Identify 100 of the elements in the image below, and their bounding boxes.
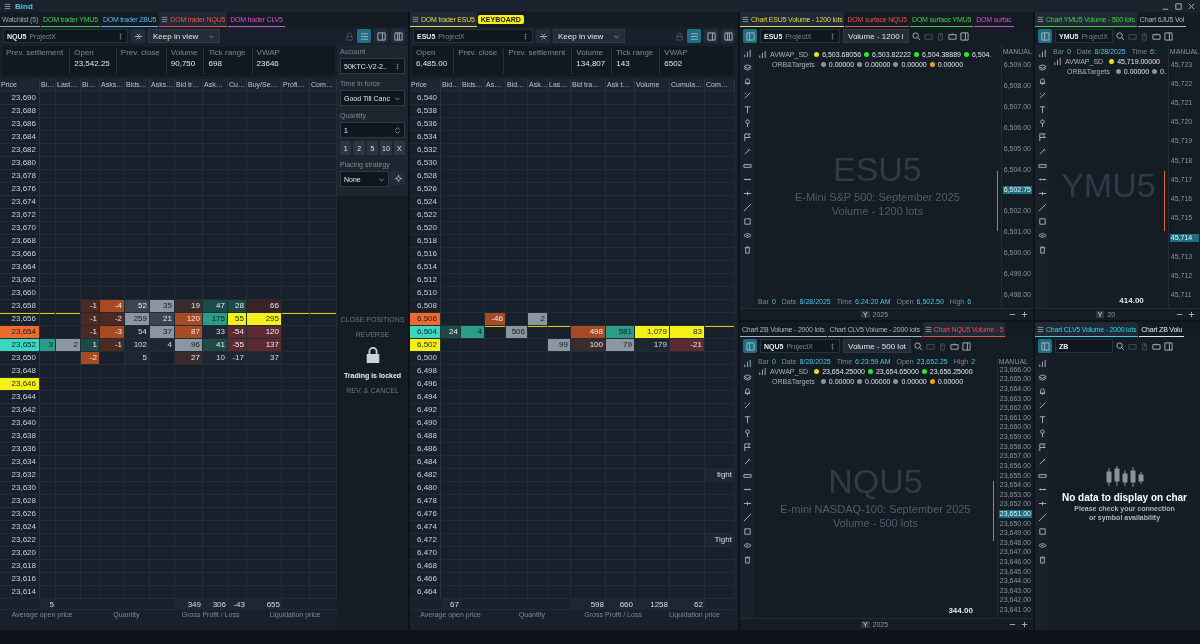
columns-button[interactable]: [391, 29, 405, 43]
price-cell[interactable]: 23,678: [0, 170, 40, 182]
panel-icon[interactable]: [1164, 31, 1173, 41]
trend-icon[interactable]: [742, 203, 752, 212]
price-cell[interactable]: 23,642: [0, 404, 40, 416]
price-cell[interactable]: 6,514: [410, 261, 441, 273]
columns-button[interactable]: [721, 29, 735, 43]
bars-icon[interactable]: [742, 49, 752, 58]
pin-icon[interactable]: [742, 429, 752, 438]
price-cell[interactable]: 6,478: [410, 495, 441, 507]
bell-icon[interactable]: [1037, 387, 1047, 396]
square-icon[interactable]: [1037, 217, 1047, 226]
pencil-icon[interactable]: [1037, 91, 1047, 100]
price-cell[interactable]: 23,664: [0, 261, 40, 273]
price-cell[interactable]: 6,520: [410, 222, 441, 234]
price-cell[interactable]: 23,630: [0, 482, 40, 494]
price-cell[interactable]: 6,516: [410, 248, 441, 260]
pencil-icon[interactable]: [742, 401, 752, 410]
search-icon[interactable]: [911, 31, 921, 41]
price-cell[interactable]: 23,686: [0, 118, 40, 130]
price-cell[interactable]: 23,690: [0, 92, 40, 104]
close-icon[interactable]: [1187, 1, 1196, 11]
price-cell[interactable]: 23,640: [0, 417, 40, 429]
flag-icon[interactable]: [1037, 443, 1047, 452]
search-icon[interactable]: [1116, 341, 1125, 351]
price-cell[interactable]: 6,530: [410, 157, 441, 169]
square-icon[interactable]: [1037, 527, 1047, 536]
panel-icon[interactable]: [1164, 341, 1173, 351]
text-icon[interactable]: [742, 105, 752, 114]
price-cell[interactable]: 23,658: [0, 300, 40, 312]
bell-icon[interactable]: [742, 77, 752, 86]
eye-icon[interactable]: [1037, 541, 1047, 550]
layers-icon[interactable]: [1037, 63, 1047, 72]
price-cell[interactable]: 6,534: [410, 131, 441, 143]
trend-icon[interactable]: [742, 513, 752, 522]
layout-button[interactable]: [357, 29, 371, 43]
price-cell[interactable]: 6,472: [410, 534, 441, 546]
price-cell[interactable]: 23,660: [0, 287, 40, 299]
price-cell[interactable]: 6,500: [410, 352, 441, 364]
price-cell[interactable]: 6,486: [410, 443, 441, 455]
settings-button[interactable]: [391, 171, 405, 185]
panel-toggle-button[interactable]: [1038, 339, 1052, 353]
price-cell[interactable]: 6,506: [410, 313, 441, 325]
pencil-icon[interactable]: [742, 91, 752, 100]
brush-icon[interactable]: [742, 147, 752, 156]
price-cell[interactable]: 6,492: [410, 404, 441, 416]
price-cell[interactable]: 23,632: [0, 469, 40, 481]
price-cell[interactable]: 6,526: [410, 183, 441, 195]
price-cell[interactable]: 23,668: [0, 235, 40, 247]
maximize-icon[interactable]: [1174, 1, 1183, 11]
price-cell[interactable]: 23,670: [0, 222, 40, 234]
price-cell[interactable]: 6,532: [410, 144, 441, 156]
plus-icon[interactable]: [1187, 310, 1196, 319]
price-cell[interactable]: 6,536: [410, 118, 441, 130]
price-cell[interactable]: 23,654: [0, 326, 40, 338]
panel-button[interactable]: [704, 29, 718, 43]
bars-icon[interactable]: [742, 359, 752, 368]
eye-icon[interactable]: [1037, 231, 1047, 240]
plus-icon[interactable]: [1020, 310, 1029, 319]
price-cell[interactable]: 23,618: [0, 560, 40, 572]
center-button[interactable]: [536, 29, 550, 43]
pin-icon[interactable]: [1037, 119, 1047, 128]
plus-icon[interactable]: [1020, 620, 1029, 629]
price-cell[interactable]: 23,652: [0, 339, 40, 351]
price-cell[interactable]: 6,502: [410, 339, 441, 351]
price-cell[interactable]: 23,662: [0, 274, 40, 286]
follow-select[interactable]: Keep in view: [148, 29, 220, 43]
panel-icon[interactable]: [959, 31, 969, 41]
bars-icon[interactable]: [1037, 359, 1047, 368]
price-cell[interactable]: 6,494: [410, 391, 441, 403]
trend-icon[interactable]: [1037, 513, 1047, 522]
layout-button[interactable]: [687, 29, 701, 43]
brush-icon[interactable]: [1037, 457, 1047, 466]
price-cell[interactable]: 6,470: [410, 547, 441, 559]
eye-icon[interactable]: [742, 231, 752, 240]
price-cell[interactable]: 23,636: [0, 443, 40, 455]
price-cell[interactable]: 6,538: [410, 105, 441, 117]
price-cell[interactable]: 23,680: [0, 157, 40, 169]
price-cell[interactable]: 6,498: [410, 365, 441, 377]
trash-icon[interactable]: [742, 245, 752, 254]
price-cell[interactable]: 6,504: [410, 326, 441, 338]
price-cell[interactable]: 6,480: [410, 482, 441, 494]
price-cell[interactable]: 23,624: [0, 521, 40, 533]
price-cell[interactable]: 23,646: [0, 378, 40, 390]
trend-icon[interactable]: [1037, 203, 1047, 212]
flag-icon[interactable]: [1037, 133, 1047, 142]
brush-icon[interactable]: [1037, 147, 1047, 156]
center-button[interactable]: [131, 29, 145, 43]
bell-icon[interactable]: [742, 387, 752, 396]
price-cell[interactable]: 6,466: [410, 573, 441, 585]
pin-icon[interactable]: [1037, 429, 1047, 438]
price-cell[interactable]: 6,490: [410, 417, 441, 429]
series-select[interactable]: Volume - 500 lot: [843, 339, 911, 353]
price-cell[interactable]: 23,644: [0, 391, 40, 403]
price-cell[interactable]: 23,616: [0, 573, 40, 585]
layers-icon[interactable]: [742, 373, 752, 382]
price-cell[interactable]: 6,476: [410, 508, 441, 520]
square-icon[interactable]: [742, 527, 752, 536]
price-cell[interactable]: 23,650: [0, 352, 40, 364]
price-cell[interactable]: 6,468: [410, 560, 441, 572]
